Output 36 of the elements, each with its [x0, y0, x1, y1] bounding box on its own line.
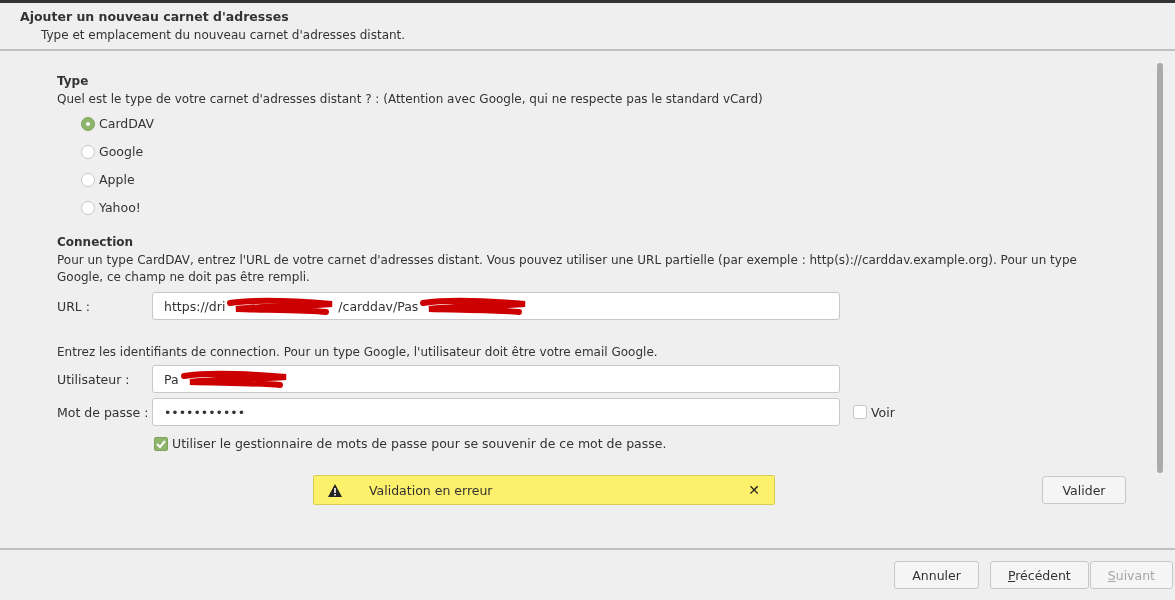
- field-value: •••••••••••: [164, 404, 246, 420]
- close-button[interactable]: ✕: [748, 482, 760, 498]
- scrollbar-thumb[interactable]: [1157, 63, 1163, 473]
- url-field[interactable]: https://dri /carddav/Pas: [152, 292, 840, 320]
- warning-icon: [328, 483, 342, 497]
- validate-button[interactable]: Valider: [1042, 476, 1126, 504]
- checkbox-label: Voir: [871, 404, 895, 420]
- radio-option[interactable]: CardDAV: [81, 114, 1145, 133]
- radio-option[interactable]: Yahoo!: [81, 198, 1145, 217]
- radio-label: CardDAV: [99, 116, 154, 131]
- field-value: Pa: [164, 371, 179, 387]
- section-heading: Type: [57, 74, 90, 88]
- password-field[interactable]: •••••••••••: [152, 398, 840, 426]
- radio-label: Apple: [99, 172, 135, 187]
- radio-label: Yahoo!: [99, 200, 141, 215]
- type-question: Quel est le type de votre carnet d'adresses distant ? : (Attention avec Google, qui ne respecte pas le standard vCard): [57, 91, 764, 108]
- url-label: URL :: [57, 298, 91, 314]
- section-heading: Connection: [57, 235, 135, 249]
- radio-label: Google: [99, 144, 144, 159]
- radio-option[interactable]: Apple: [81, 170, 1145, 189]
- checkbox[interactable]: [154, 436, 168, 451]
- user-label: Utilisateur :: [57, 371, 131, 387]
- field-value: https://dri: [164, 298, 226, 314]
- radio-option[interactable]: Google: [81, 142, 1145, 161]
- error-message: Validation en erreur: [369, 482, 494, 498]
- credentials-hint: Entrez les identifiants de connection. Pour un type Google, l'utilisateur doit être votre email Google.: [57, 344, 659, 361]
- connection-description: Pour un type CardDAV, entrez l'URL de votre carnet d'adresses distant. Vous pouvez utiliser une URL partielle (par exemple : http(s)://carddav.example.org). Pour un type Google, ce champ ne doit pas être rempli.: [57, 252, 1078, 286]
- dialog-button[interactable]: Annuler: [894, 561, 979, 589]
- dialog-subtitle: Type et emplacement du nouveau carnet d'adresses distant.: [41, 28, 407, 42]
- dialog-button[interactable]: Précédent: [989, 561, 1089, 589]
- checkbox[interactable]: [853, 405, 867, 419]
- field-value: /carddav/Pas: [338, 298, 419, 314]
- dialog-title: Ajouter un nouveau carnet d'adresses: [20, 9, 290, 24]
- user-field[interactable]: Pa: [152, 365, 840, 393]
- checkbox-label: Utiliser le gestionnaire de mots de passe pour se souvenir de ce mot de passe.: [172, 436, 667, 451]
- password-label: Mot de passe :: [57, 404, 150, 420]
